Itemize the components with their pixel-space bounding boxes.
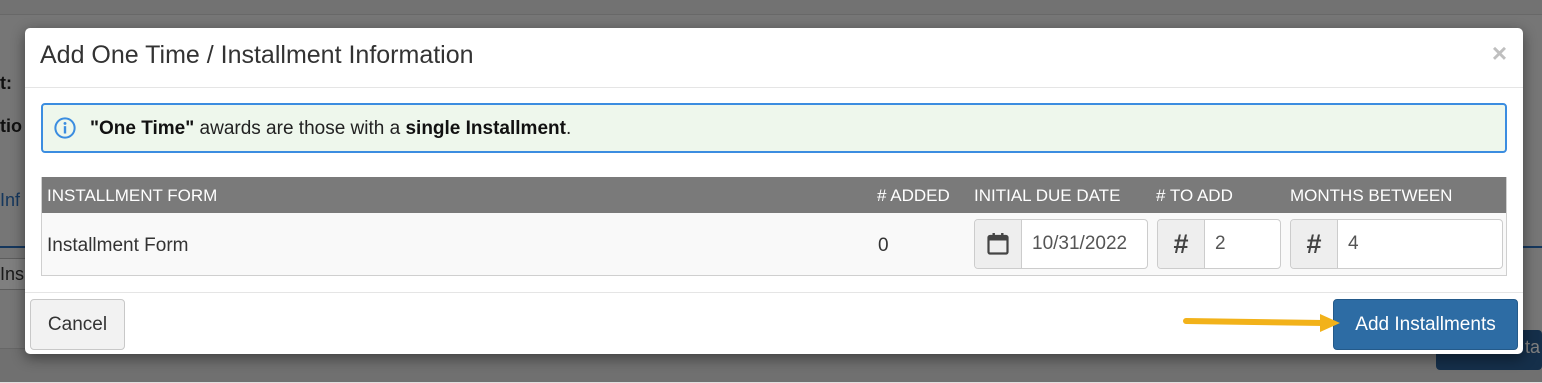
header-added: # ADDED (877, 186, 950, 205)
info-circle-icon (54, 117, 76, 139)
info-middle-text: awards are those with a (194, 118, 406, 139)
header-initial-due-date: INITIAL DUE DATE (974, 186, 1121, 205)
hash-glyph: # (1173, 228, 1189, 259)
initial-due-date-group (974, 219, 1148, 269)
header-months-between: MONTHS BETWEEN (1290, 186, 1453, 205)
header-installment-form: INSTALLMENT FORM (47, 186, 218, 205)
hash-glyph: # (1306, 228, 1322, 259)
months-between-group: # (1290, 219, 1503, 269)
header-to-add: # TO ADD (1156, 186, 1233, 205)
table-row: Installment Form 0 # (42, 213, 1506, 275)
close-icon[interactable]: × (1492, 40, 1507, 66)
modal-title: Add One Time / Installment Information (40, 41, 474, 69)
calendar-icon-glyph (987, 233, 1009, 255)
calendar-icon[interactable] (975, 220, 1022, 268)
initial-due-date-input[interactable] (1032, 220, 1146, 268)
info-bold-term: single Installment (405, 118, 566, 139)
info-end-text: . (565, 118, 572, 139)
modal-header: Add One Time / Installment Information × (25, 28, 1523, 88)
table-header: INSTALLMENT FORM # ADDED INITIAL DUE DAT… (42, 177, 1506, 213)
cell-added: 0 (878, 235, 889, 256)
info-quoted-term: "One Time" (90, 118, 195, 139)
annotation-arrow-icon (1183, 314, 1340, 332)
cell-installment-form: Installment Form (47, 235, 189, 256)
info-alert: "One Time" awards are those with a singl… (41, 103, 1507, 153)
cancel-button[interactable]: Cancel (30, 299, 125, 350)
hash-icon: # (1291, 220, 1338, 268)
to-add-input[interactable] (1215, 220, 1277, 268)
info-text: "One Time" awards are those with a singl… (90, 118, 571, 140)
installment-table: INSTALLMENT FORM # ADDED INITIAL DUE DAT… (41, 177, 1507, 276)
add-installments-button[interactable]: Add Installments (1333, 299, 1518, 350)
to-add-group: # (1157, 219, 1281, 269)
months-between-input[interactable] (1348, 220, 1498, 268)
hash-icon: # (1158, 220, 1205, 268)
add-installment-modal: Add One Time / Installment Information ×… (25, 28, 1523, 354)
